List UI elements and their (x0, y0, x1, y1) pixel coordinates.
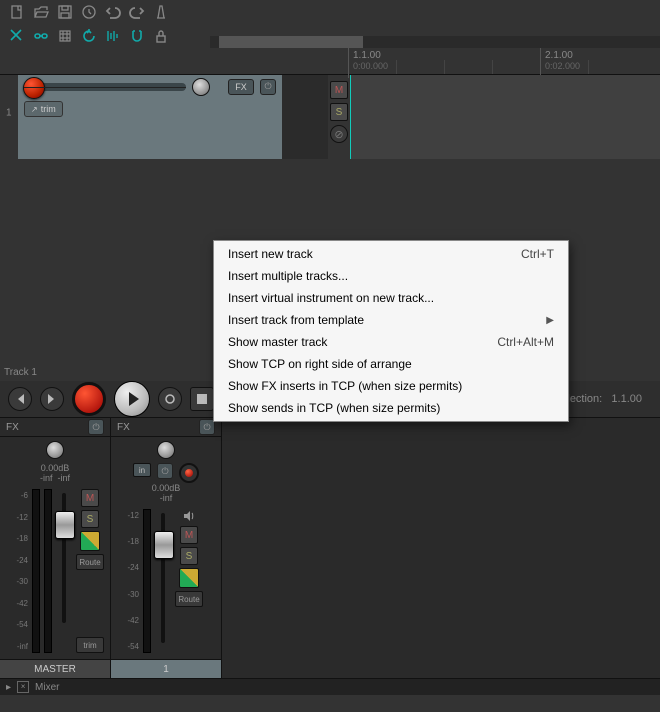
track-name-label[interactable]: 1 (111, 659, 221, 678)
solo-button[interactable]: S (330, 103, 348, 121)
ruler-time: 0:00.000 (353, 61, 388, 71)
master-route-button[interactable]: Route (76, 554, 104, 570)
selection-value: 1.1.00 (611, 393, 642, 405)
play-button[interactable] (114, 381, 150, 417)
ruler-beat: 2.1.00 (545, 50, 573, 61)
timeline-ruler[interactable]: 1.1.00 0:00.000 2.1.00 0:02.000 (331, 48, 660, 74)
arrange-area[interactable] (350, 75, 660, 159)
collapse-icon[interactable]: ▸ (6, 682, 11, 693)
metronome-icon[interactable] (152, 3, 170, 21)
track-list-context-menu: Insert new trackCtrl+TInsert multiple tr… (213, 240, 569, 422)
close-mixer-icon[interactable]: × (17, 681, 29, 693)
menu-item[interactable]: Show FX inserts in TCP (when size permit… (214, 375, 568, 397)
master-trim-button[interactable]: trim (76, 637, 104, 653)
mute-button[interactable]: M (330, 81, 348, 99)
selection-label: lection: (567, 393, 602, 405)
menu-item[interactable]: Show sends in TCP (when size permits) (214, 397, 568, 419)
redo-icon[interactable] (128, 3, 146, 21)
master-fx-label[interactable]: FX (6, 422, 19, 433)
master-meter-l (32, 489, 40, 653)
track-index: 1 (6, 108, 12, 119)
save-icon[interactable] (56, 3, 74, 21)
input-power-icon[interactable]: ⏻ (157, 463, 173, 479)
lock-icon[interactable] (152, 27, 170, 45)
play-cursor[interactable] (350, 75, 351, 159)
settings-icon[interactable] (80, 3, 98, 21)
fx-button[interactable]: FX (228, 79, 254, 95)
track-control-panel[interactable]: FX ⏻ ↗trim (18, 75, 282, 159)
undo-icon[interactable] (104, 3, 122, 21)
ripple-icon[interactable] (80, 27, 98, 45)
pan-knob[interactable] (192, 78, 210, 96)
track-fx-label[interactable]: FX (117, 422, 130, 433)
menu-item[interactable]: Insert virtual instrument on new track..… (214, 287, 568, 309)
track-db-label: 0.00dB (111, 483, 221, 493)
speaker-icon[interactable] (182, 509, 196, 523)
repeat-button[interactable] (158, 387, 182, 411)
disable-button[interactable]: ⊘ (330, 125, 348, 143)
master-mono-button[interactable] (80, 531, 100, 551)
track-phase-button[interactable] (179, 568, 199, 588)
master-peak-r: -inf (58, 473, 71, 483)
menu-item[interactable]: Show TCP on right side of arrange (214, 353, 568, 375)
open-icon[interactable] (32, 3, 50, 21)
master-db-label: 0.00dB (0, 463, 110, 473)
snap-icon[interactable] (128, 27, 146, 45)
master-fader[interactable] (55, 511, 75, 539)
fx-power-button[interactable]: ⏻ (260, 79, 276, 95)
track-peak: -inf (111, 493, 221, 503)
record-arm-button[interactable] (179, 463, 199, 483)
track-mute-button[interactable]: M (180, 526, 198, 544)
track-solo-button[interactable]: S (180, 547, 198, 565)
ruler-beat: 1.1.00 (353, 50, 381, 61)
track-pan-knob[interactable] (157, 441, 175, 459)
mixer-tab-label[interactable]: Mixer (35, 682, 59, 693)
volume-knob[interactable] (23, 77, 45, 99)
horizontal-scrollbar[interactable] (210, 36, 660, 48)
menu-item[interactable]: Show master trackCtrl+Alt+M (214, 331, 568, 353)
envelope-icon[interactable] (104, 27, 122, 45)
master-name-label[interactable]: MASTER (0, 659, 110, 678)
record-button[interactable] (72, 382, 106, 416)
grid-icon[interactable] (56, 27, 74, 45)
new-project-icon[interactable] (8, 3, 26, 21)
go-end-button[interactable] (40, 387, 64, 411)
stop-button[interactable] (190, 387, 214, 411)
go-start-button[interactable] (8, 387, 32, 411)
ruler-time: 0:02.000 (545, 61, 580, 71)
track-route-button[interactable]: Route (175, 591, 203, 607)
menu-item[interactable]: Insert new trackCtrl+T (214, 243, 568, 265)
input-label[interactable]: in (133, 463, 151, 477)
master-solo-button[interactable]: S (81, 510, 99, 528)
master-meter-r (44, 489, 52, 653)
volume-slider[interactable] (24, 83, 186, 91)
master-pan-knob[interactable] (46, 441, 64, 459)
master-peak-l: -inf (40, 473, 53, 483)
trim-button[interactable]: ↗trim (24, 101, 63, 117)
menu-item[interactable]: Insert multiple tracks... (214, 265, 568, 287)
menu-item[interactable]: Insert track from template▶ (214, 309, 568, 331)
track-meter (143, 509, 151, 653)
crossfade-icon[interactable] (8, 27, 26, 45)
master-fx-power-icon[interactable]: ⏻ (88, 419, 104, 435)
link-icon[interactable] (32, 27, 50, 45)
master-mute-button[interactable]: M (81, 489, 99, 507)
track-fader[interactable] (154, 531, 174, 559)
